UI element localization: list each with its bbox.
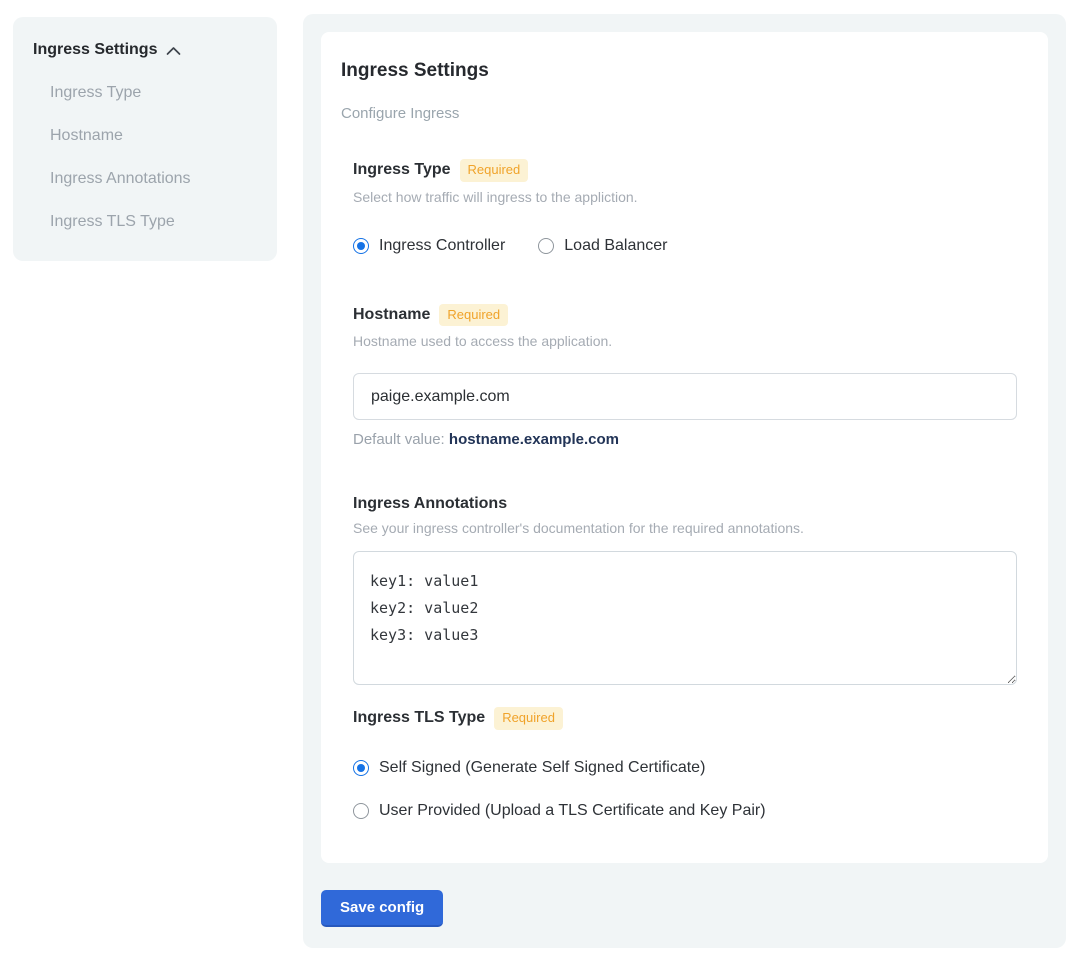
annotations-label: Ingress Annotations <box>353 495 507 513</box>
hostname-description: Hostname used to access the application. <box>353 333 1017 349</box>
section-ingress-type: Ingress Type Required Select how traffic… <box>353 159 1017 255</box>
radio-ingress-controller[interactable]: Ingress Controller <box>353 237 505 255</box>
section-ingress-annotations: Ingress Annotations See your ingress con… <box>353 495 1017 685</box>
radio-self-signed-label: Self Signed (Generate Self Signed Certif… <box>379 759 705 777</box>
save-config-button[interactable]: Save config <box>321 890 443 927</box>
chevron-up-icon <box>166 46 181 56</box>
form-sections: Ingress Type Required Select how traffic… <box>353 159 1017 820</box>
radio-ingress-controller-label: Ingress Controller <box>379 237 505 255</box>
sidebar-group-label: Ingress Settings <box>33 41 157 59</box>
radio-self-signed[interactable]: Self Signed (Generate Self Signed Certif… <box>353 759 1017 777</box>
hostname-default-line: Default value: hostname.example.com <box>353 431 1017 448</box>
sidebar-item-ingress-type[interactable]: Ingress Type <box>33 84 259 102</box>
tls-radio-group: Self Signed (Generate Self Signed Certif… <box>353 730 1017 820</box>
sidebar-item-ingress-tls-type[interactable]: Ingress TLS Type <box>33 213 259 231</box>
annotations-label-row: Ingress Annotations <box>353 495 1017 513</box>
hostname-label-row: Hostname Required <box>353 304 1017 327</box>
sidebar-group-ingress-settings[interactable]: Ingress Settings <box>33 41 259 59</box>
hostname-default-prefix: Default value: <box>353 431 445 448</box>
hostname-input[interactable] <box>353 373 1017 420</box>
radio-load-balancer[interactable]: Load Balancer <box>538 237 667 255</box>
radio-user-provided-label: User Provided (Upload a TLS Certificate … <box>379 802 766 820</box>
sidebar-list: Ingress Type Hostname Ingress Annotation… <box>33 84 259 231</box>
tls-label-row: Ingress TLS Type Required <box>353 707 1017 730</box>
radio-selected-icon[interactable] <box>353 760 369 776</box>
section-ingress-tls-type: Ingress TLS Type Required Self Signed (G… <box>353 707 1017 820</box>
radio-user-provided[interactable]: User Provided (Upload a TLS Certificate … <box>353 802 1017 820</box>
radio-unselected-icon[interactable] <box>353 803 369 819</box>
settings-sidebar: Ingress Settings Ingress Type Hostname I… <box>13 17 277 261</box>
radio-load-balancer-label: Load Balancer <box>564 237 667 255</box>
annotations-textarea[interactable]: key1: value1 key2: value2 key3: value3 <box>353 551 1017 685</box>
ingress-type-label-row: Ingress Type Required <box>353 159 1017 182</box>
sidebar-item-hostname[interactable]: Hostname <box>33 127 259 145</box>
hostname-default-value: hostname.example.com <box>449 431 619 448</box>
sidebar-item-ingress-annotations[interactable]: Ingress Annotations <box>33 170 259 188</box>
ingress-type-radio-group: Ingress Controller Load Balancer <box>353 237 1017 255</box>
hostname-required-badge: Required <box>439 304 508 327</box>
tls-required-badge: Required <box>494 707 563 730</box>
ingress-settings-card: Ingress Settings Configure Ingress Ingre… <box>321 32 1048 863</box>
ingress-type-label: Ingress Type <box>353 161 451 179</box>
ingress-type-required-badge: Required <box>460 159 529 182</box>
tls-label: Ingress TLS Type <box>353 709 485 727</box>
ingress-type-description: Select how traffic will ingress to the a… <box>353 189 1017 205</box>
settings-panel: Ingress Settings Configure Ingress Ingre… <box>303 14 1066 948</box>
radio-selected-icon[interactable] <box>353 238 369 254</box>
radio-unselected-icon[interactable] <box>538 238 554 254</box>
page-title: Ingress Settings <box>341 60 1017 82</box>
page: Ingress Settings Ingress Type Hostname I… <box>0 0 1090 969</box>
section-hostname: Hostname Required Hostname used to acces… <box>353 304 1017 449</box>
hostname-label: Hostname <box>353 306 430 324</box>
annotations-description: See your ingress controller's documentat… <box>353 520 1017 536</box>
page-subtitle: Configure Ingress <box>341 105 1017 122</box>
